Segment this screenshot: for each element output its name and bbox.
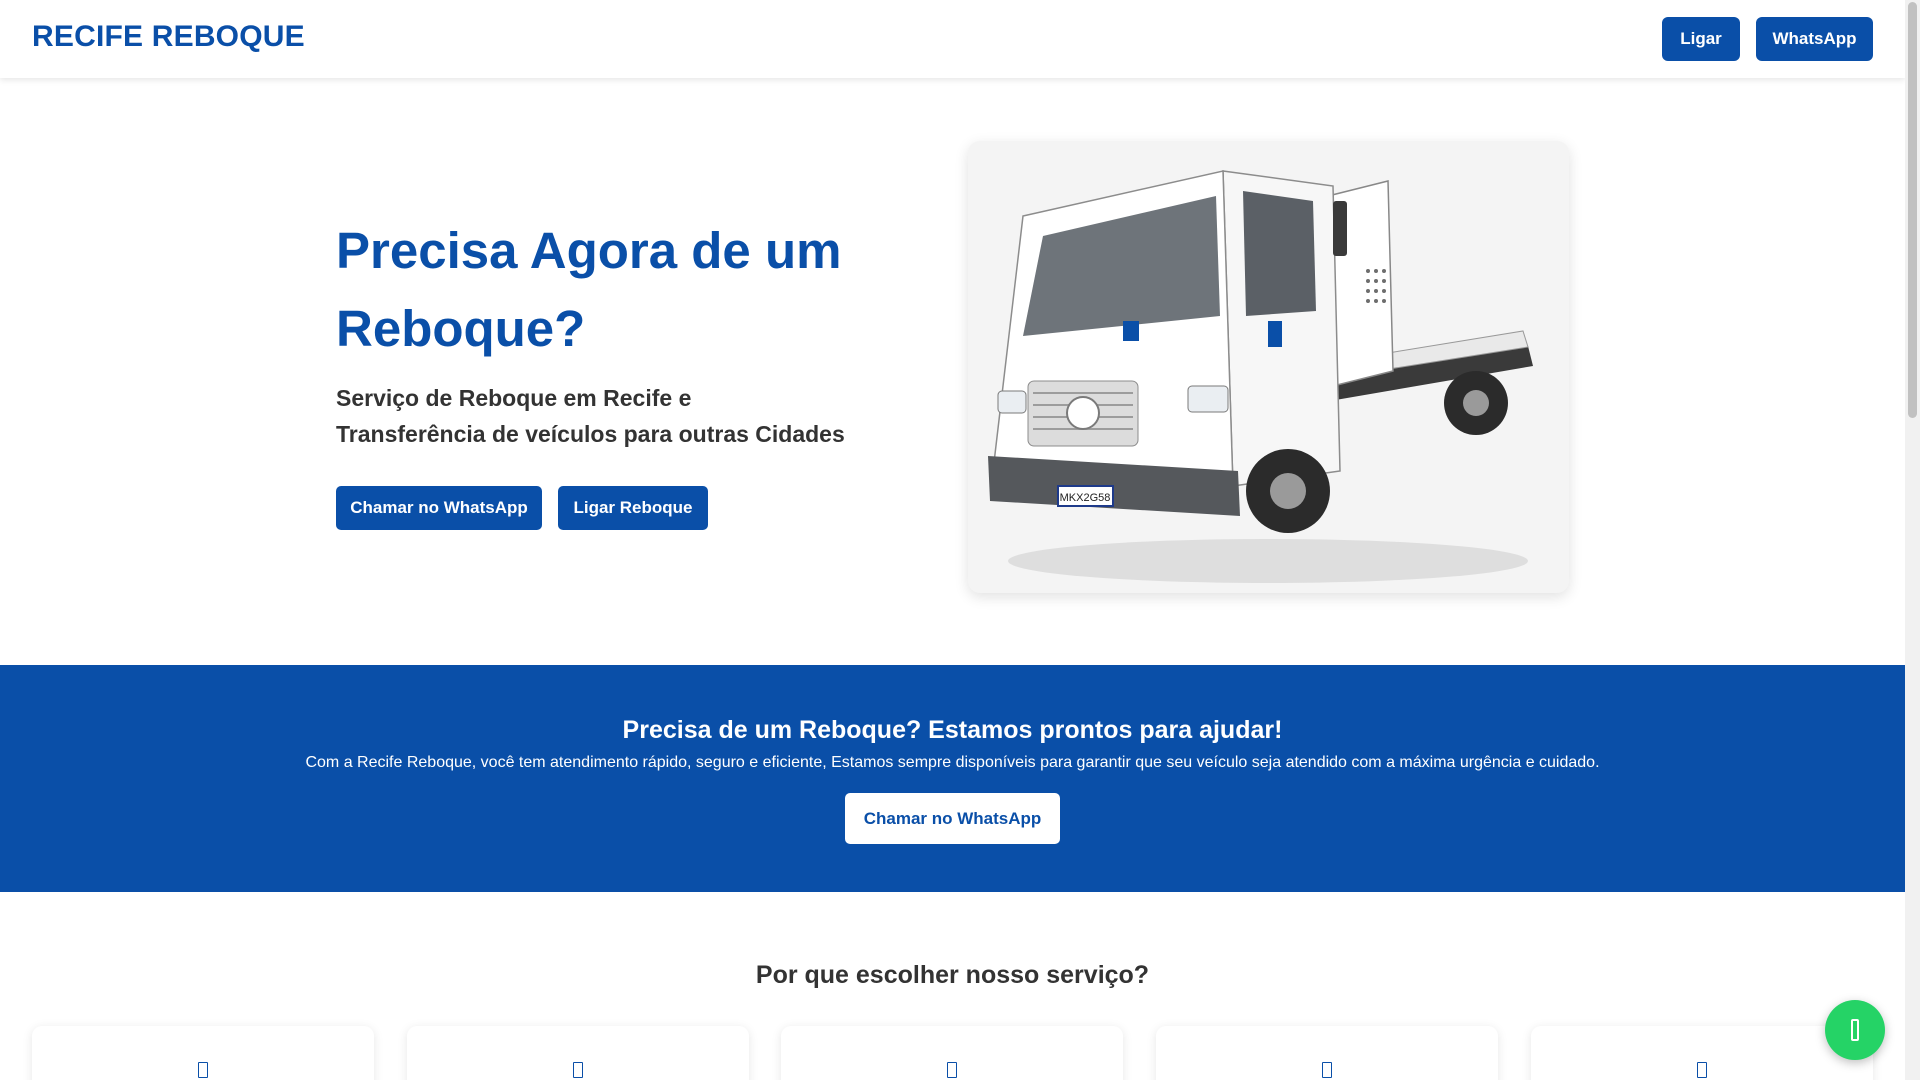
feature-icon <box>947 1062 957 1078</box>
site-header: RECIFE REBOQUE Ligar WhatsApp <box>0 0 1905 78</box>
feature-card-5 <box>1531 1026 1873 1080</box>
site-logo[interactable]: RECIFE REBOQUE <box>32 20 305 54</box>
page: RECIFE REBOQUE Ligar WhatsApp Precisa Ag… <box>0 0 1905 1080</box>
hero-subtitle-line-1: Serviço de Reboque em Recife e <box>336 385 692 411</box>
hero-subtitle: Serviço de Reboque em Recife e Transferê… <box>336 380 896 452</box>
tow-truck-image: MKX2G58 <box>968 141 1569 593</box>
hero-title: Precisa Agora de um Reboque? <box>336 222 842 357</box>
feature-icon <box>573 1062 583 1078</box>
feature-icon <box>198 1062 208 1078</box>
header-whatsapp-button[interactable]: WhatsApp <box>1756 17 1873 61</box>
license-plate-text: MKX2G58 <box>1060 492 1111 504</box>
cta-band-whatsapp-button[interactable]: Chamar no WhatsApp <box>845 793 1060 844</box>
page-scrollbar[interactable] <box>1905 0 1920 1080</box>
feature-card-2 <box>407 1026 749 1080</box>
hero-call-button[interactable]: Ligar Reboque <box>558 486 708 530</box>
hero-whatsapp-button[interactable]: Chamar no WhatsApp <box>336 486 542 530</box>
feature-card-4 <box>1156 1026 1498 1080</box>
feature-icon <box>1697 1062 1707 1078</box>
whatsapp-icon <box>1851 1019 1859 1041</box>
why-section-title: Por que escolher nosso serviço? <box>755 961 1150 989</box>
feature-icon <box>1322 1062 1332 1078</box>
header-call-button[interactable]: Ligar <box>1662 17 1740 61</box>
scrollbar-thumb[interactable] <box>1908 2 1917 418</box>
floating-whatsapp-button[interactable] <box>1825 1000 1885 1060</box>
cta-band-text: Com a Recife Reboque, você tem atendimen… <box>305 754 1600 771</box>
tow-truck-illustration: MKX2G58 <box>988 170 1533 583</box>
hero-subtitle-line-2: Transferência de veículos para outras Ci… <box>336 421 845 447</box>
cta-band: Precisa de um Reboque? Estamos prontos p… <box>0 665 1905 892</box>
feature-card-1 <box>32 1026 374 1080</box>
cta-band-title: Precisa de um Reboque? Estamos prontos p… <box>622 716 1283 744</box>
feature-card-3 <box>781 1026 1123 1080</box>
